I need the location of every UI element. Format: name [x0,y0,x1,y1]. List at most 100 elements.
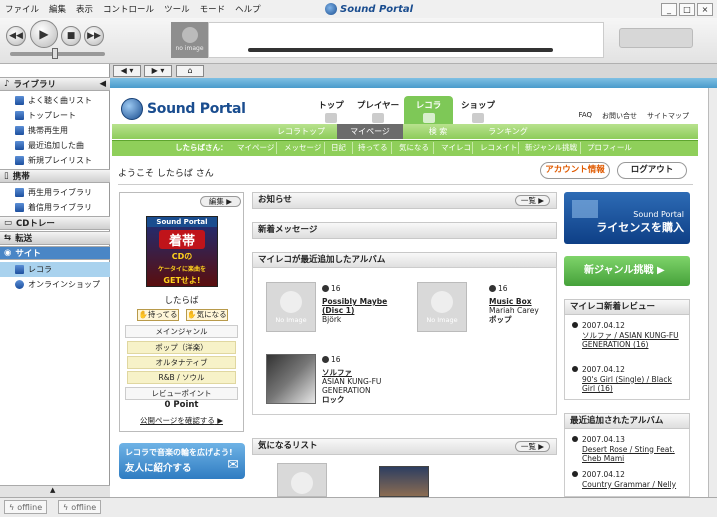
album-cover-thumbnail[interactable] [379,466,429,497]
playback-progress-bar[interactable] [248,48,553,52]
sidebar-section-site[interactable]: ◉ サイト [0,246,110,260]
subnav-my-page[interactable]: マイページ [237,142,274,153]
account-info-button[interactable]: アカウント情報 [540,162,610,179]
nav-top[interactable]: トップ [316,99,346,123]
menu-help[interactable]: ヘルプ [230,3,266,15]
album-title[interactable]: Music Box [489,297,551,306]
sidebar-item-recently-added[interactable]: 最近追加した曲 [0,138,110,153]
subnav-want[interactable]: 気になる [399,142,429,153]
forward-button[interactable]: ▶ ▾ [144,65,172,77]
volume-knob[interactable] [52,48,58,59]
have-label: 持ってる [147,310,178,319]
news-list-button[interactable]: 一覧 ▶ [515,195,550,206]
album-link[interactable]: Desert Rose / Sting Feat. Cheb Mami [572,445,687,464]
album-cover-placeholder[interactable]: No Image [417,282,467,332]
public-page-link[interactable]: 公開ページを確認する ▶ [140,415,223,426]
sidebar-item-label: レコラ [28,265,52,274]
profile-ad-banner[interactable]: Sound Portal 着帯 CDの ケータイに楽曲を GETせよ! [146,216,218,287]
stop-icon[interactable]: ■ [61,26,81,46]
album-cover-placeholder[interactable]: No Image [266,282,316,332]
sidebar-item-ringtone-library[interactable]: 着信用ライブラリ [0,200,110,215]
album-item[interactable]: 16 Possibly Maybe (Disc 1) Björk [322,284,392,324]
refer-friend-banner[interactable]: レコラで音楽の輪を広げよう! 友人に紹介する ✉ [119,443,245,479]
maximize-button[interactable]: □ [679,3,695,16]
subnav-messages[interactable]: メッセージ [284,142,321,153]
recent-album-item[interactable]: 2007.04.12 Country Grammar / Nelly [572,470,687,489]
back-button[interactable]: ◀ ▾ [113,65,141,77]
subnav-recomate[interactable]: レコメイト [480,142,518,153]
site-logo[interactable]: Sound Portal [121,98,246,120]
review-item[interactable]: 2007.04.12 ソルファ / ASIAN KUNG-FU GENERATIO… [572,321,687,350]
scroll-up-icon[interactable]: ▲ [50,486,55,494]
sidebar-item-favorites[interactable]: よく聴く曲リスト [0,93,110,108]
playlist-icon [15,111,24,120]
sidebar-item-online-shop[interactable]: オンラインショップ [0,277,110,292]
menu-tools[interactable]: ツール [159,3,195,15]
sitemap-link[interactable]: サイトマップ [647,111,689,121]
sidebar-section-mobile[interactable]: ▯ 携帯 [0,169,110,183]
sidebar-section-transfer[interactable]: ⇆ 転送 [0,231,110,245]
review-item[interactable]: 2007.04.12 90's Girl (Single) / Black Gir… [572,365,687,394]
menu-view[interactable]: 表示 [71,3,98,15]
album-cover-sorufa[interactable] [266,354,316,404]
collapse-icon[interactable]: ◀ [99,79,106,89]
album-title[interactable]: ソルファ [322,368,392,377]
no-image-icon [280,291,302,313]
menu-mode[interactable]: モード [195,3,231,15]
album-item[interactable]: 16 Music Box Mariah Carey ポップ [489,284,551,324]
contact-link[interactable]: お問い合せ [602,111,637,121]
transfer-icon: ⇆ [4,233,12,243]
album-item[interactable]: 16 ソルファ ASIAN KUNG-FU GENERATION ロック [322,355,392,404]
subnav-new-genre[interactable]: 新ジャンル挑戦 [525,142,577,153]
tab-my-page[interactable]: マイページ [337,124,403,139]
sidebar-scrollbar[interactable]: ▲ [0,485,110,497]
minimize-button[interactable]: _ [661,3,677,16]
sidebar-item-top-rated[interactable]: トップレート [0,108,110,123]
recent-album-item[interactable]: 2007.04.13 Desert Rose / Sting Feat. Cheb… [572,435,687,464]
want-icon: ✋ [187,310,197,319]
sidebar-item-play-library[interactable]: 再生用ライブラリ [0,185,110,200]
offline-status-1[interactable]: ϟ offline [4,500,48,514]
buy-license-banner[interactable]: Sound Portal ライセンスを購入 [564,192,690,244]
offline-status-2[interactable]: ϟ offline [58,500,102,514]
tab-recochoku-top[interactable]: レコラトップ [265,124,337,139]
subnav-profile[interactable]: プロフィール [587,142,632,153]
menu-control[interactable]: コントロール [98,3,159,15]
menu-edit[interactable]: 編集 [44,3,71,15]
previous-icon[interactable]: ◀◀ [6,26,26,46]
album-link[interactable]: Country Grammar / Nelly [572,480,687,490]
sidebar-item-new-playlist[interactable]: 新規プレイリスト [0,153,110,168]
content-scrollbar[interactable] [708,88,717,497]
nav-player[interactable]: プレイヤー [356,99,400,123]
next-icon[interactable]: ▶▶ [84,26,104,46]
subnav-diary[interactable]: 日記 [331,142,346,153]
home-icon[interactable]: ⌂ [176,65,204,77]
sidebar-section-library[interactable]: ♪ ライブラリ ◀ [0,77,110,91]
menu-file[interactable]: ファイル [0,3,44,15]
subnav-myreco[interactable]: マイレコ [441,142,471,153]
nav-shop[interactable]: ショップ [460,99,496,123]
sidebar-section-cd-tray[interactable]: ▭ CDトレー [0,216,110,230]
app-logo-icon [325,3,337,15]
tab-search[interactable]: 検 索 [403,124,473,139]
logout-button[interactable]: ログアウト [617,162,687,179]
have-button[interactable]: ✋持ってる [137,309,179,321]
faq-link[interactable]: FAQ [578,111,592,121]
kininaru-list-button[interactable]: 一覧 ▶ [515,441,550,452]
subnav-have[interactable]: 持ってる [358,142,388,153]
edit-profile-button[interactable]: 編集 ▶ [200,196,241,207]
review-link[interactable]: 90's Girl (Single) / Black Girl (16) [572,375,687,394]
tab-ranking[interactable]: ランキング [473,124,543,139]
shop-icon [472,113,484,123]
album-title[interactable]: Possibly Maybe (Disc 1) [322,297,392,315]
review-link[interactable]: ソルファ / ASIAN KUNG-FU GENERATION (16) [572,331,687,350]
nav-recochoku[interactable]: レコラ [404,96,453,124]
want-button[interactable]: ✋気になる [186,309,228,321]
bullet-icon [572,322,578,328]
play-icon[interactable]: ▶ [30,20,58,48]
album-cover-placeholder[interactable] [277,463,327,497]
sidebar-item-recochoku[interactable]: レコラ [0,262,110,277]
new-genre-banner[interactable]: 新ジャンル挑戦 ▶ [564,256,690,286]
sidebar-item-mobile-play[interactable]: 携帯再生用 [0,123,110,138]
close-button[interactable]: × [697,3,713,16]
